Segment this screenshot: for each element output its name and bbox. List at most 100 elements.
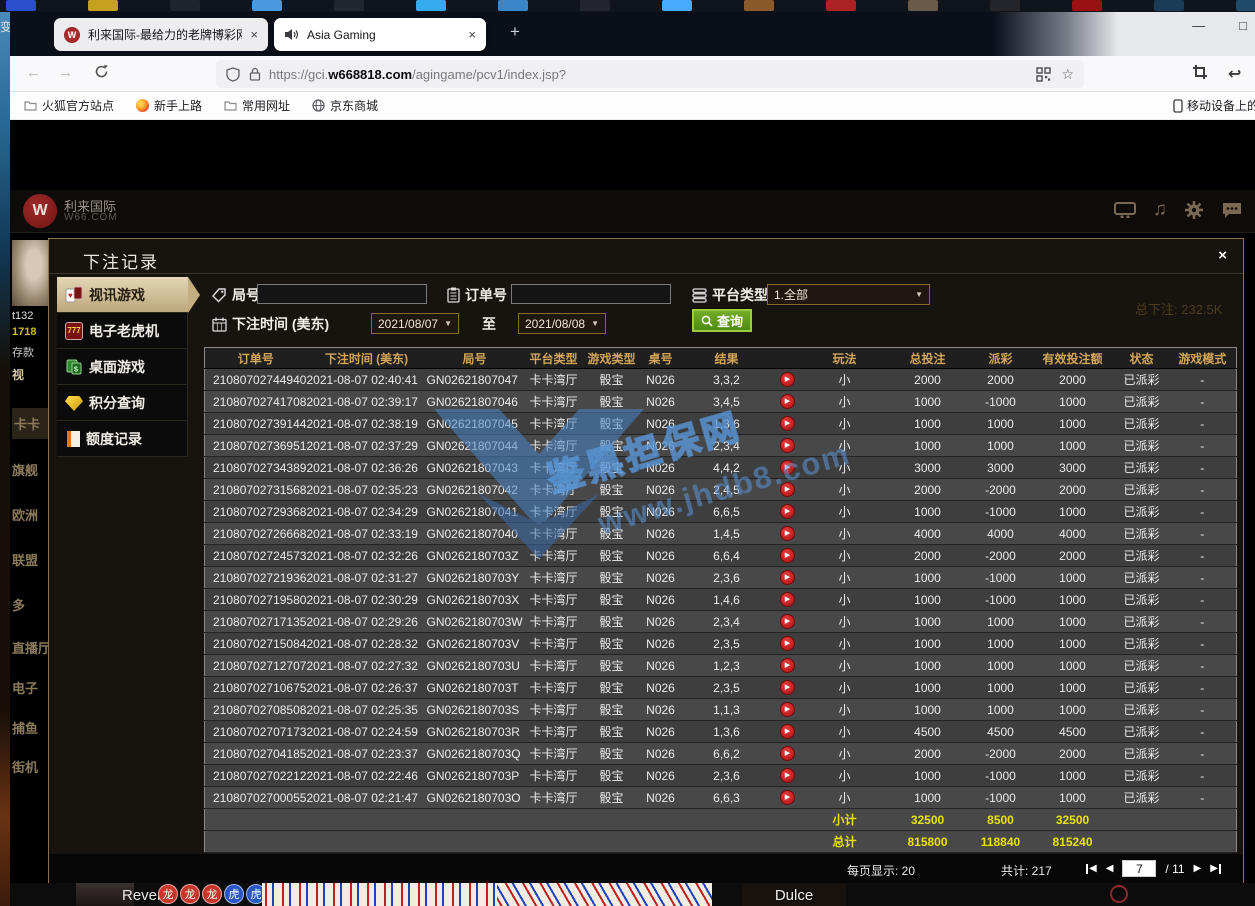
- lobby-item-kaka[interactable]: 卡卡: [12, 408, 52, 439]
- desktop-app-icon[interactable]: [1072, 0, 1102, 11]
- menu-item-table-games[interactable]: $ 桌面游戏: [57, 349, 188, 385]
- lobby-item-multi[interactable]: 多: [12, 595, 25, 614]
- round-number-input[interactable]: [257, 284, 427, 304]
- bookmark-folder-firefox[interactable]: 火狐官方站点: [24, 97, 114, 114]
- url-text[interactable]: https://gci.w668818.com/agingame/pcv1/in…: [269, 67, 1036, 82]
- deposit-link[interactable]: 存款: [12, 344, 34, 360]
- platform-type-select[interactable]: 1.全部 ▼: [767, 284, 930, 305]
- chat-bubble-icon[interactable]: [1221, 201, 1243, 219]
- cell-order-number: 210807027219360: [205, 567, 307, 589]
- site-logo[interactable]: W: [23, 194, 57, 228]
- cell-game-type: 骰宝: [585, 655, 639, 677]
- desktop-app-icon[interactable]: [88, 0, 118, 11]
- desktop-app-icon[interactable]: [662, 0, 692, 11]
- new-tab-button[interactable]: +: [510, 22, 520, 42]
- lobby-item-flagship[interactable]: 旗舰: [12, 460, 38, 479]
- cell-payout: 1000: [971, 435, 1031, 457]
- table-row: 210807027041851 2021-08-07 02:23:37 GN02…: [205, 743, 1237, 765]
- desktop-app-icon[interactable]: [498, 0, 528, 11]
- replay-play-icon[interactable]: [780, 570, 795, 585]
- order-number-input[interactable]: [511, 284, 671, 304]
- screenshot-crop-icon[interactable]: [1192, 64, 1208, 80]
- replay-play-icon[interactable]: [780, 636, 795, 651]
- replay-play-icon[interactable]: [780, 724, 795, 739]
- shield-icon[interactable]: [226, 67, 240, 82]
- lobby-item-arcade[interactable]: 街机: [12, 757, 38, 776]
- lobby-item-europe[interactable]: 欧洲: [12, 505, 38, 524]
- lock-icon[interactable]: [249, 67, 261, 81]
- replay-play-icon[interactable]: [780, 416, 795, 431]
- replay-play-icon[interactable]: [780, 438, 795, 453]
- bookmark-folder-common[interactable]: 常用网址: [224, 97, 290, 114]
- replay-play-icon[interactable]: [780, 614, 795, 629]
- desktop-app-icon[interactable]: [170, 0, 200, 11]
- page-number-input[interactable]: [1122, 860, 1156, 877]
- live-support-icon[interactable]: [1114, 202, 1136, 218]
- cell-table-number: N026: [639, 677, 683, 699]
- maximize-button[interactable]: □: [1239, 18, 1247, 33]
- desktop-app-icon[interactable]: [1154, 0, 1184, 11]
- menu-item-slots[interactable]: 777 电子老虎机: [57, 313, 188, 349]
- close-icon[interactable]: ×: [1218, 247, 1227, 264]
- menu-item-video-games[interactable]: ♥ 视讯游戏: [57, 277, 188, 313]
- replay-play-icon[interactable]: [780, 768, 795, 783]
- menu-item-points[interactable]: 积分查询: [57, 385, 188, 421]
- replay-play-icon[interactable]: [780, 702, 795, 717]
- desktop-app-icon[interactable]: [744, 0, 774, 11]
- qr-code-icon[interactable]: [1036, 67, 1051, 82]
- lobby-item-live[interactable]: 直播厅: [12, 638, 51, 657]
- back-button[interactable]: ←: [26, 64, 41, 81]
- site-favicon: W: [64, 27, 80, 43]
- replay-play-icon[interactable]: [780, 680, 795, 695]
- desktop-app-icon[interactable]: [416, 0, 446, 11]
- bookmark-jd[interactable]: 京东商城: [312, 97, 378, 114]
- prev-page-icon[interactable]: ◀: [1106, 863, 1114, 874]
- bookmark-getting-started[interactable]: 新手上路: [136, 97, 202, 114]
- cards-icon: ♥: [65, 286, 83, 304]
- replay-play-icon[interactable]: [780, 746, 795, 761]
- lobby-item-alliance[interactable]: 联盟: [12, 550, 38, 569]
- search-button[interactable]: 查询: [692, 309, 752, 332]
- replay-play-icon[interactable]: [780, 372, 795, 387]
- desktop-app-icon[interactable]: [826, 0, 856, 11]
- replay-play-icon[interactable]: [780, 592, 795, 607]
- next-page-icon[interactable]: ▶: [1194, 863, 1202, 874]
- replay-play-icon[interactable]: [780, 460, 795, 475]
- desktop-app-icon[interactable]: [990, 0, 1020, 11]
- date-from-select[interactable]: 2021/08/07 ▼: [371, 313, 459, 334]
- desktop-app-icon[interactable]: [580, 0, 610, 11]
- desktop-app-icon[interactable]: [1236, 0, 1255, 11]
- menu-item-quota-records[interactable]: 额度记录: [57, 421, 188, 457]
- bookmark-star-icon[interactable]: ☆: [1061, 66, 1074, 83]
- desktop-app-icon[interactable]: [6, 0, 36, 11]
- lobby-item-slots[interactable]: 电子: [12, 678, 38, 697]
- forward-button[interactable]: →: [58, 64, 73, 81]
- replay-play-icon[interactable]: [780, 790, 795, 805]
- date-to-select[interactable]: 2021/08/08 ▼: [518, 313, 606, 334]
- desktop-app-icon[interactable]: [334, 0, 364, 11]
- tab-lilai[interactable]: W 利来国际-最给力的老牌博彩网站 ×: [54, 18, 268, 51]
- gear-icon[interactable]: [1184, 200, 1204, 220]
- last-page-icon[interactable]: ▶: [1210, 863, 1218, 874]
- replay-play-icon[interactable]: [780, 526, 795, 541]
- lobby-item-fishing[interactable]: 捕鱼: [12, 718, 38, 737]
- video-games-link[interactable]: 视: [12, 366, 24, 383]
- desktop-app-icon[interactable]: [252, 0, 282, 11]
- undo-arrow-icon[interactable]: ↩: [1228, 64, 1241, 84]
- replay-play-icon[interactable]: [780, 658, 795, 673]
- replay-play-icon[interactable]: [780, 482, 795, 497]
- reload-button[interactable]: [94, 64, 109, 79]
- music-icon[interactable]: ♫: [1153, 199, 1167, 221]
- close-tab-icon[interactable]: ×: [468, 27, 476, 42]
- tab-asia-gaming[interactable]: Asia Gaming ×: [274, 18, 486, 51]
- first-page-icon[interactable]: ◀: [1089, 863, 1097, 874]
- minimize-button[interactable]: —: [1192, 18, 1205, 33]
- bookmark-mobile-devices[interactable]: 移动设备上的: [1173, 97, 1255, 114]
- replay-play-icon[interactable]: [780, 548, 795, 563]
- replay-play-icon[interactable]: [780, 394, 795, 409]
- desktop-app-icon[interactable]: [908, 0, 938, 11]
- replay-play-icon[interactable]: [780, 504, 795, 519]
- cell-game-mode: -: [1169, 633, 1237, 655]
- close-tab-icon[interactable]: ×: [250, 27, 258, 42]
- url-bar[interactable]: https://gci.w668818.com/agingame/pcv1/in…: [216, 60, 1084, 88]
